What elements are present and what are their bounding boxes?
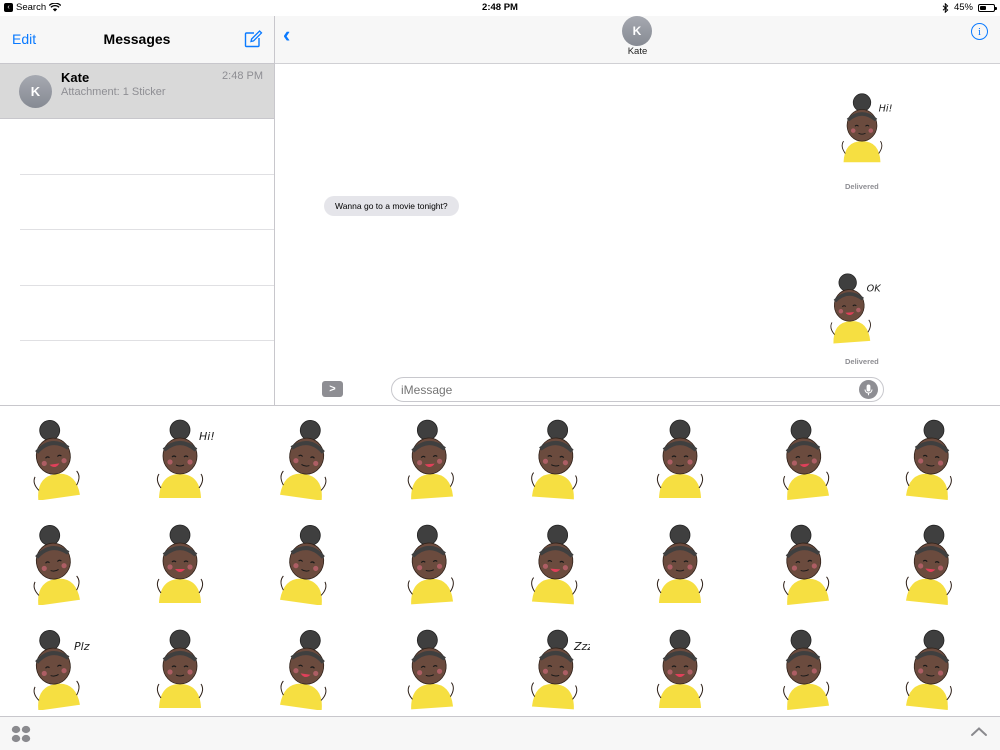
delivered-status: Delivered bbox=[845, 182, 879, 191]
sticker-sleeping[interactable]: Zzz bbox=[520, 628, 590, 710]
sticker-tongue-out[interactable] bbox=[770, 418, 840, 500]
sticker-thinking[interactable] bbox=[270, 628, 340, 710]
sticker-laughing-cover[interactable] bbox=[270, 418, 340, 500]
sticker-praying[interactable] bbox=[520, 418, 590, 500]
sticker-music[interactable] bbox=[645, 628, 715, 710]
sticker-caption: Plz bbox=[74, 640, 90, 653]
sticker-heartbroken[interactable] bbox=[895, 628, 965, 710]
battery-icon bbox=[978, 3, 997, 12]
chevron-up-icon[interactable] bbox=[970, 725, 988, 739]
chevron-left-icon[interactable]: ‹ bbox=[283, 22, 290, 48]
apps-toggle-button[interactable]: > bbox=[322, 381, 343, 397]
sticker-message-ok[interactable]: OK bbox=[819, 272, 881, 344]
sticker-hi-wave[interactable]: Hi! bbox=[145, 418, 215, 500]
back-to-app[interactable]: ‹ Search bbox=[4, 2, 62, 13]
drawer-bottom-bar bbox=[0, 716, 1000, 750]
sticker-neutral[interactable] bbox=[20, 418, 90, 500]
conversation-row-kate[interactable]: K Kate 2:48 PM Attachment: 1 Sticker bbox=[0, 64, 274, 119]
sticker-shrug[interactable] bbox=[145, 523, 215, 605]
sticker-phone-angry[interactable] bbox=[895, 418, 965, 500]
sticker-caption: Hi! bbox=[199, 430, 215, 443]
sticker-drawer: Hi! Plz Zzz bbox=[0, 405, 1000, 716]
conversation-preview: Attachment: 1 Sticker bbox=[61, 86, 166, 98]
sticker-blushing[interactable] bbox=[145, 628, 215, 710]
sticker-crying[interactable] bbox=[270, 523, 340, 605]
bluetooth-icon bbox=[942, 2, 949, 13]
battery-level bbox=[980, 5, 986, 10]
back-app-icon: ‹ bbox=[4, 3, 13, 12]
conversation-list-header: Edit Messages bbox=[0, 16, 274, 64]
sticker-pointing[interactable] bbox=[645, 523, 715, 605]
delivered-status: Delivered bbox=[845, 357, 879, 366]
status-bar: ‹ Search 2:48 PM 45% bbox=[0, 0, 1000, 16]
avatar: K bbox=[19, 75, 52, 108]
conversation-header: ‹ K Kate i bbox=[275, 16, 1000, 64]
compose-icon[interactable] bbox=[243, 29, 263, 49]
wifi-icon bbox=[49, 3, 62, 12]
conversation-list-pane: Edit Messages K Kate 2:48 PM Attachment:… bbox=[0, 16, 275, 405]
sticker-giggle[interactable] bbox=[395, 418, 465, 500]
sticker-sad-stand[interactable] bbox=[645, 418, 715, 500]
list-divider bbox=[20, 229, 274, 230]
sticker-heart-eyes[interactable] bbox=[520, 523, 590, 605]
info-icon[interactable]: i bbox=[971, 23, 988, 40]
status-time: 2:48 PM bbox=[482, 2, 518, 13]
sticker-knife-angry[interactable] bbox=[895, 523, 965, 605]
page-title: Messages bbox=[103, 31, 171, 47]
sticker-selfie-peace[interactable] bbox=[20, 523, 90, 605]
sticker-kiss-hearts[interactable] bbox=[770, 523, 840, 605]
sticker-caption: Hi! bbox=[879, 103, 893, 114]
list-divider bbox=[20, 340, 274, 341]
message-bubble-incoming[interactable]: Wanna go to a movie tonight? bbox=[324, 196, 459, 216]
sticker-eating[interactable] bbox=[395, 628, 465, 710]
conversation-name: Kate bbox=[61, 70, 90, 85]
sticker-caption: OK bbox=[867, 283, 881, 294]
message-input[interactable] bbox=[391, 377, 884, 402]
back-app-label: Search bbox=[16, 2, 47, 13]
conversation-time: 2:48 PM bbox=[222, 70, 263, 82]
microphone-icon[interactable] bbox=[859, 380, 878, 399]
contact-name[interactable]: Kate bbox=[275, 46, 1000, 57]
app-drawer-icon[interactable] bbox=[11, 725, 33, 743]
contact-avatar[interactable]: K bbox=[622, 16, 652, 46]
sticker-caption: Zzz bbox=[573, 640, 590, 653]
sticker-please[interactable]: Plz bbox=[20, 628, 90, 710]
sticker-grimace[interactable] bbox=[770, 628, 840, 710]
sticker-excited[interactable] bbox=[395, 523, 465, 605]
conversation-pane: ‹ K Kate i Hi! Delivered Wanna go to a m… bbox=[275, 16, 1000, 405]
battery-percent: 45% bbox=[953, 2, 973, 13]
sticker-message-hi[interactable]: Hi! bbox=[831, 92, 893, 164]
list-divider bbox=[20, 174, 274, 175]
list-divider bbox=[20, 285, 274, 286]
